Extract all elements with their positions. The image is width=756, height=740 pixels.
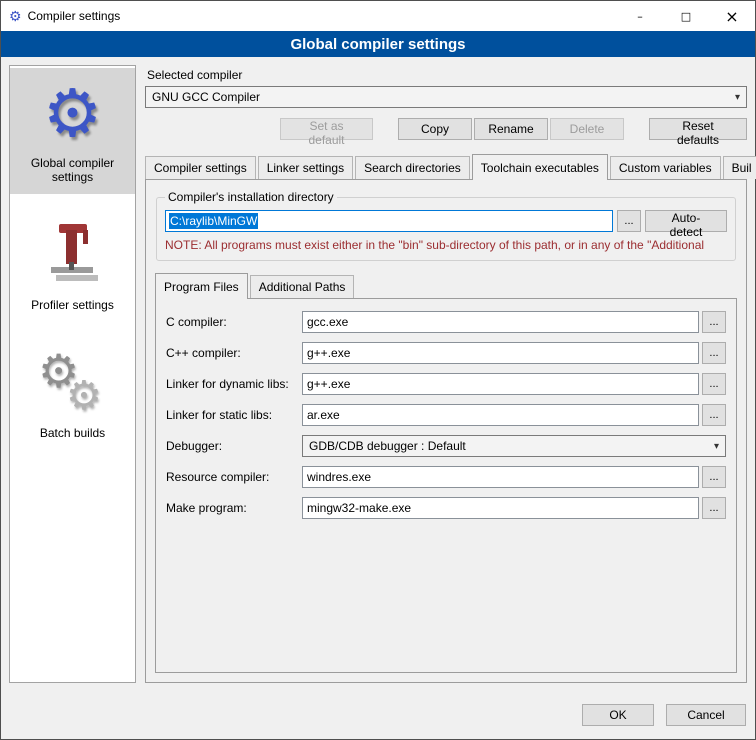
tab-linker-settings[interactable]: Linker settings <box>258 156 353 179</box>
profiler-tool-icon <box>14 218 131 294</box>
resource-compiler-browse-button[interactable]: ... <box>702 466 726 488</box>
settings-tabbar: Compiler settings Linker settings Search… <box>145 154 747 179</box>
sidebar-item-batch-builds[interactable]: ⚙ ⚙ Batch builds <box>10 338 135 450</box>
tab-build-options[interactable]: Buil <box>723 156 756 179</box>
rename-button[interactable]: Rename <box>474 118 548 140</box>
selected-compiler-value: GNU GCC Compiler <box>152 90 731 104</box>
page-title: Global compiler settings <box>1 31 755 57</box>
dynamic-linker-row: Linker for dynamic libs: ... <box>166 373 726 395</box>
tab-search-directories[interactable]: Search directories <box>355 156 470 179</box>
chevron-down-icon: ▾ <box>735 92 740 103</box>
main-panel: Selected compiler GNU GCC Compiler ▾ Set… <box>145 65 747 683</box>
c-compiler-input[interactable] <box>302 311 699 333</box>
selected-compiler-select[interactable]: GNU GCC Compiler ▾ <box>145 86 747 108</box>
make-program-input[interactable] <box>302 497 699 519</box>
program-files-panel: C compiler: ... C++ compiler: ... <box>155 298 737 673</box>
close-button[interactable]: × <box>709 1 755 31</box>
window-controls: – □ × <box>617 1 755 31</box>
resource-compiler-input[interactable] <box>302 466 699 488</box>
static-linker-input[interactable] <box>302 404 699 426</box>
dynamic-linker-label: Linker for dynamic libs: <box>166 377 302 391</box>
delete-button[interactable]: Delete <box>550 118 624 140</box>
blue-gear-icon: ⚙ <box>14 76 131 152</box>
installation-directory-group: Compiler's installation directory C:\ray… <box>156 190 736 261</box>
bin-subdirectory-note: NOTE: All programs must exist either in … <box>165 238 727 252</box>
dialog-footer: OK Cancel <box>1 691 755 739</box>
tab-toolchain-executables[interactable]: Toolchain executables <box>472 154 608 180</box>
compiler-settings-window: ⚙ Compiler settings – □ × Global compile… <box>0 0 756 740</box>
resource-compiler-label: Resource compiler: <box>166 470 302 484</box>
make-program-browse-button[interactable]: ... <box>702 497 726 519</box>
install-dir-selected-text: C:\raylib\MinGW <box>169 213 258 229</box>
app-icon: ⚙ <box>9 9 22 23</box>
reset-defaults-button[interactable]: Reset defaults <box>649 118 747 140</box>
cpp-compiler-browse-button[interactable]: ... <box>702 342 726 364</box>
window-title: Compiler settings <box>28 9 121 23</box>
make-program-row: Make program: ... <box>166 497 726 519</box>
dynamic-linker-browse-button[interactable]: ... <box>702 373 726 395</box>
install-dir-browse-button[interactable]: ... <box>617 210 641 232</box>
compiler-action-buttons: Set as default Copy Rename Delete Reset … <box>145 118 747 140</box>
maximize-button[interactable]: □ <box>663 1 709 31</box>
static-linker-browse-button[interactable]: ... <box>702 404 726 426</box>
c-compiler-row: C compiler: ... <box>166 311 726 333</box>
dialog-content: ⚙ Global compiler settings Profiler sett… <box>1 57 755 691</box>
static-linker-label: Linker for static libs: <box>166 408 302 422</box>
gray-gears-icon: ⚙ ⚙ <box>14 346 131 422</box>
titlebar[interactable]: ⚙ Compiler settings – □ × <box>1 1 755 31</box>
c-compiler-label: C compiler: <box>166 315 302 329</box>
copy-button[interactable]: Copy <box>398 118 472 140</box>
debugger-select[interactable]: GDB/CDB debugger : Default ▾ <box>302 435 726 457</box>
tab-compiler-settings[interactable]: Compiler settings <box>145 156 256 179</box>
make-program-label: Make program: <box>166 501 302 515</box>
debugger-value: GDB/CDB debugger : Default <box>309 439 710 453</box>
cpp-compiler-label: C++ compiler: <box>166 346 302 360</box>
set-as-default-button[interactable]: Set as default <box>280 118 373 140</box>
autodetect-button[interactable]: Auto-detect <box>645 210 727 232</box>
cancel-button[interactable]: Cancel <box>666 704 746 726</box>
c-compiler-browse-button[interactable]: ... <box>702 311 726 333</box>
ok-button[interactable]: OK <box>582 704 654 726</box>
cpp-compiler-row: C++ compiler: ... <box>166 342 726 364</box>
static-linker-row: Linker for static libs: ... <box>166 404 726 426</box>
settings-category-sidebar: ⚙ Global compiler settings Profiler sett… <box>9 65 136 683</box>
sidebar-item-label: Global compiler settings <box>14 156 131 184</box>
resource-compiler-row: Resource compiler: ... <box>166 466 726 488</box>
toolchain-executables-panel: Compiler's installation directory C:\ray… <box>145 179 747 683</box>
debugger-row: Debugger: GDB/CDB debugger : Default ▾ <box>166 435 726 457</box>
installation-directory-row: C:\raylib\MinGW ... Auto-detect <box>165 210 727 232</box>
install-dir-input[interactable]: C:\raylib\MinGW <box>165 210 613 232</box>
subtab-additional-paths[interactable]: Additional Paths <box>250 275 355 298</box>
selected-compiler-label: Selected compiler <box>147 68 747 82</box>
sidebar-item-label: Profiler settings <box>31 298 114 312</box>
cpp-compiler-input[interactable] <box>302 342 699 364</box>
minimize-button[interactable]: – <box>617 1 663 31</box>
sidebar-item-profiler-settings[interactable]: Profiler settings <box>10 210 135 322</box>
chevron-down-icon: ▾ <box>714 441 719 452</box>
installation-directory-group-title: Compiler's installation directory <box>165 190 337 204</box>
program-files-subtabbar: Program Files Additional Paths <box>155 273 737 298</box>
sidebar-item-global-compiler-settings[interactable]: ⚙ Global compiler settings <box>10 68 135 194</box>
subtab-program-files[interactable]: Program Files <box>155 273 248 299</box>
dynamic-linker-input[interactable] <box>302 373 699 395</box>
debugger-label: Debugger: <box>166 439 302 453</box>
sidebar-item-label: Batch builds <box>40 426 105 440</box>
tab-custom-variables[interactable]: Custom variables <box>610 156 721 179</box>
